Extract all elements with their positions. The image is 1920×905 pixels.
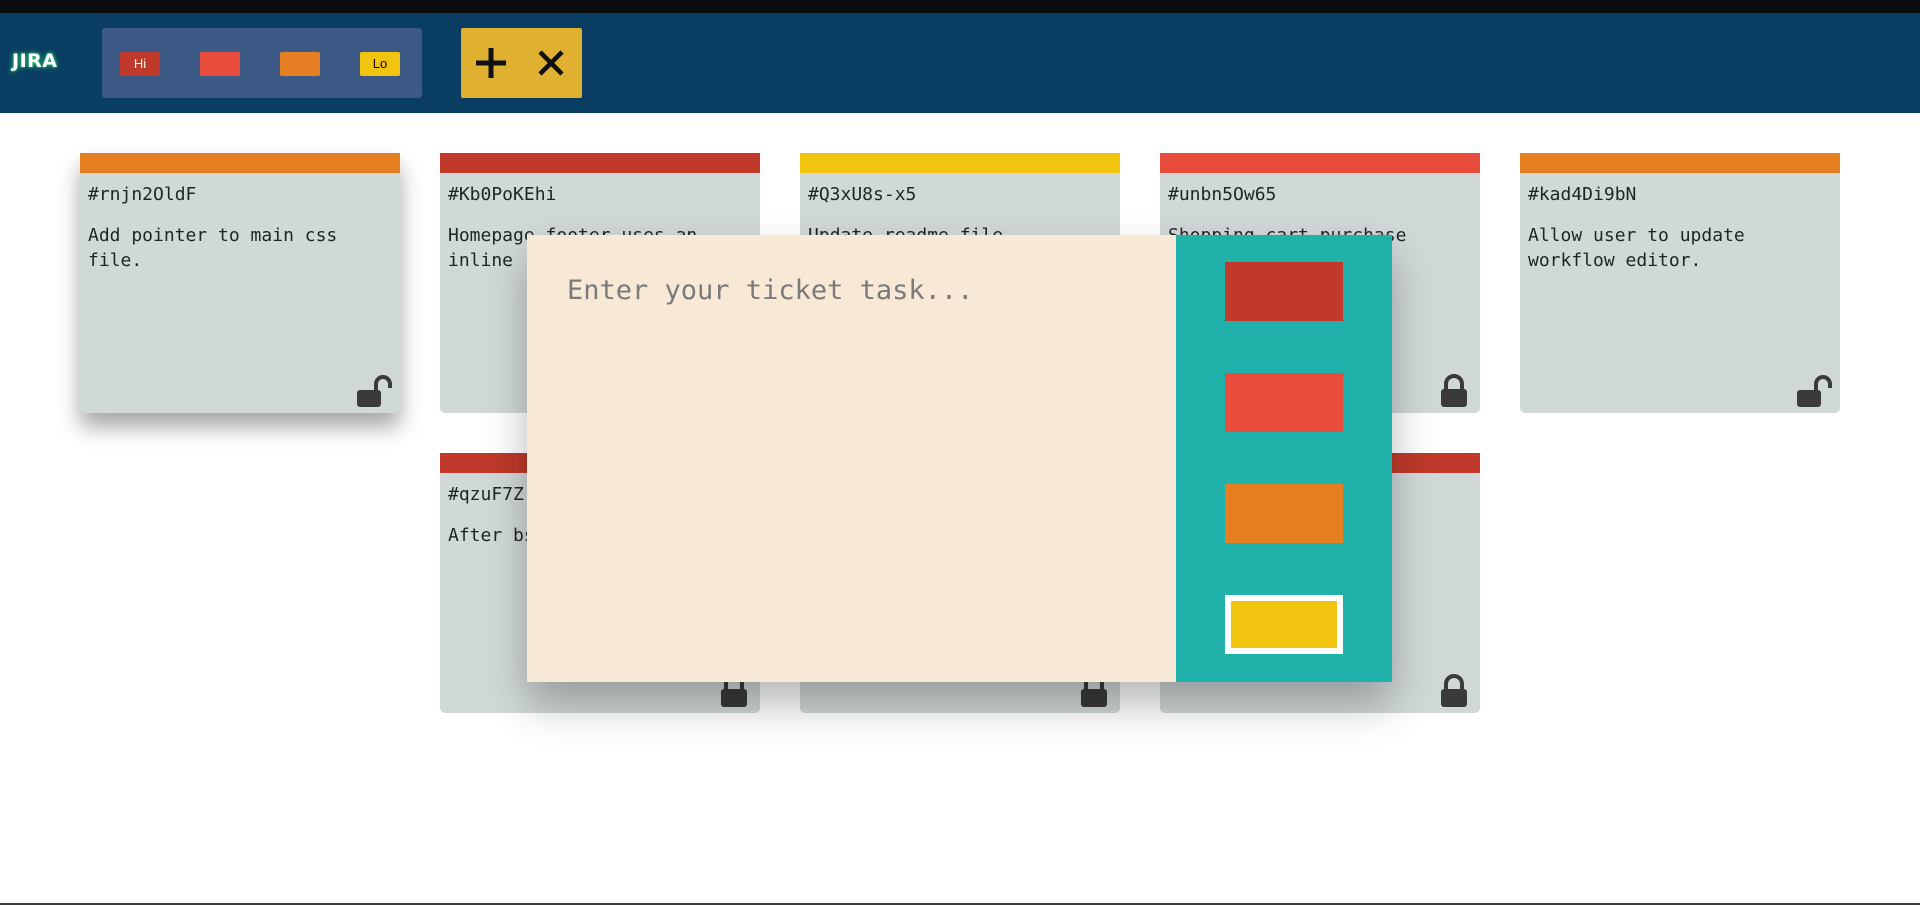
app-brand: JIRA [12, 50, 58, 72]
filter-medium-chip[interactable] [280, 52, 320, 76]
ticket-priority-bar [1160, 153, 1480, 173]
ticket-task-input[interactable] [527, 235, 1176, 682]
ticket-id: #unbn5Ow65 [1168, 184, 1277, 205]
unlock-icon[interactable] [356, 374, 392, 408]
navbar: JIRA Hi Lo [0, 13, 1920, 113]
priority-picker [1176, 235, 1392, 682]
priority-color-option[interactable] [1225, 373, 1343, 432]
ticket-id: #qzuF7Z [448, 484, 524, 505]
lock-icon[interactable] [1436, 674, 1472, 708]
ticket-modal [527, 235, 1392, 682]
ticket-card[interactable]: #kad4Di9bN Allow user to update workflow … [1520, 153, 1840, 413]
ticket-id: #kad4Di9bN [1528, 184, 1637, 205]
filter-high-medium-chip[interactable] [200, 52, 240, 76]
ticket-priority-bar [440, 153, 760, 173]
ticket-id: #Q3xU8s-x5 [808, 184, 917, 205]
priority-filter-bar: Hi Lo [102, 28, 422, 98]
remove-ticket-button[interactable] [526, 36, 576, 90]
action-toolbox [461, 28, 582, 98]
close-icon [538, 50, 564, 76]
ticket-id: #Kb0PoKEhi [448, 184, 557, 205]
priority-color-option[interactable] [1225, 262, 1343, 321]
filter-hi-chip[interactable]: Hi [120, 52, 160, 76]
ticket-id: #rnjn2OldF [88, 184, 197, 205]
ticket-card[interactable]: #rnjn2OldF Add pointer to main css file. [80, 153, 400, 413]
add-ticket-button[interactable] [466, 36, 516, 90]
ticket-priority-bar [80, 153, 400, 173]
priority-color-option[interactable] [1225, 484, 1343, 543]
ticket-task-text: Allow user to update workflow editor. [1528, 225, 1745, 271]
ticket-priority-bar [800, 153, 1120, 173]
ticket-priority-bar [1520, 153, 1840, 173]
unlock-icon[interactable] [1796, 374, 1832, 408]
filter-lo-chip[interactable]: Lo [360, 52, 400, 76]
priority-color-option[interactable] [1225, 595, 1343, 654]
plus-icon [476, 48, 506, 78]
window-top-strip [0, 0, 1920, 13]
lock-icon[interactable] [1436, 374, 1472, 408]
ticket-task-text: Add pointer to main css file. [88, 225, 338, 271]
